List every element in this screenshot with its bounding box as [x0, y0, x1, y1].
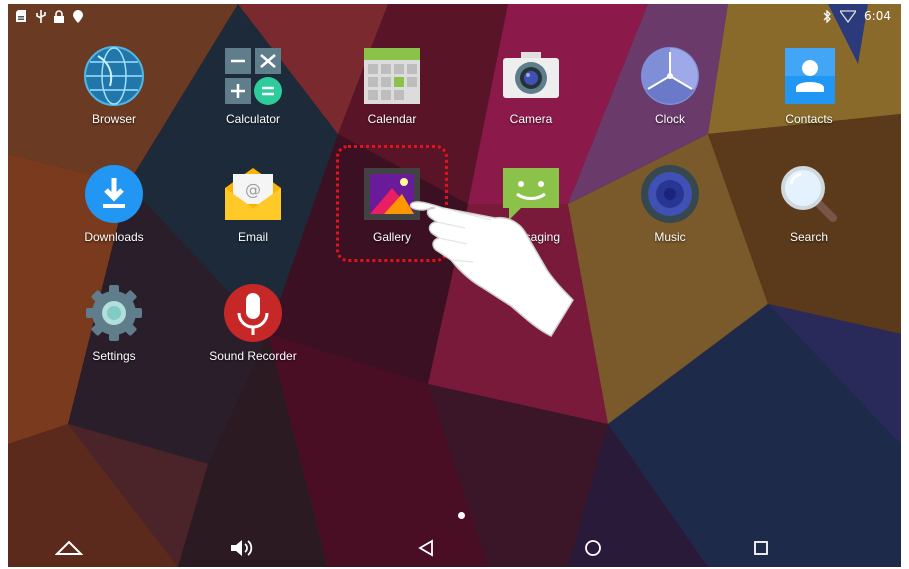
app-search[interactable]: Search: [749, 158, 869, 268]
hand-pointer-icon: [409, 201, 574, 337]
app-music[interactable]: Music: [610, 158, 730, 268]
calculator-icon: [223, 46, 283, 106]
navigation-bar: [8, 527, 901, 567]
app-browser[interactable]: Browser: [54, 40, 174, 150]
app-label: Camera: [509, 112, 553, 126]
volume-icon[interactable]: [226, 537, 256, 559]
svg-text:@: @: [245, 180, 261, 199]
status-bar: 6:04: [8, 4, 901, 28]
app-label: Sound Recorder: [209, 349, 297, 363]
back-icon[interactable]: [411, 537, 441, 559]
email-icon: @: [223, 164, 283, 224]
bluetooth-icon: [822, 9, 832, 23]
android-screen: 6:04 Browser Calculator Calendar Camera …: [8, 4, 901, 567]
wifi-icon: [840, 9, 856, 23]
app-label: Calculator: [225, 112, 281, 126]
app-contacts[interactable]: Contacts: [749, 40, 869, 150]
settings-icon: [84, 283, 144, 343]
location-icon: [72, 9, 84, 23]
app-settings[interactable]: Settings: [54, 277, 174, 387]
app-label: Contacts: [785, 112, 833, 126]
camera-icon: [501, 46, 561, 106]
app-calendar[interactable]: Calendar: [332, 40, 452, 150]
app-label: Email: [237, 230, 268, 244]
recents-icon[interactable]: [746, 537, 776, 559]
app-label: Clock: [654, 112, 685, 126]
home-icon[interactable]: [578, 537, 608, 559]
app-clock[interactable]: Clock: [610, 40, 730, 150]
app-label: Music: [654, 230, 686, 244]
usb-icon: [35, 9, 47, 23]
status-time: 6:04: [864, 9, 891, 23]
search-icon: [779, 164, 839, 224]
app-sound-recorder[interactable]: Sound Recorder: [193, 277, 313, 387]
app-label: Settings: [92, 349, 136, 363]
up-arrow-icon[interactable]: [54, 537, 84, 559]
app-email[interactable]: @ Email: [193, 158, 313, 268]
app-label: Downloads: [84, 230, 144, 244]
contacts-icon: [779, 46, 839, 106]
music-icon: [640, 164, 700, 224]
app-label: Calendar: [367, 112, 417, 126]
app-label: Search: [789, 230, 829, 244]
page-indicator-dot: [458, 512, 465, 519]
microphone-icon: [223, 283, 283, 343]
lock-icon: [53, 9, 65, 23]
sd-card-icon: [16, 9, 26, 23]
app-calculator[interactable]: Calculator: [193, 40, 313, 150]
globe-icon: [84, 46, 144, 106]
app-label: Browser: [91, 112, 136, 126]
app-downloads[interactable]: Downloads: [54, 158, 174, 268]
download-icon: [84, 164, 144, 224]
app-camera[interactable]: Camera: [471, 40, 591, 150]
clock-icon: [640, 46, 700, 106]
calendar-icon: [362, 46, 422, 106]
